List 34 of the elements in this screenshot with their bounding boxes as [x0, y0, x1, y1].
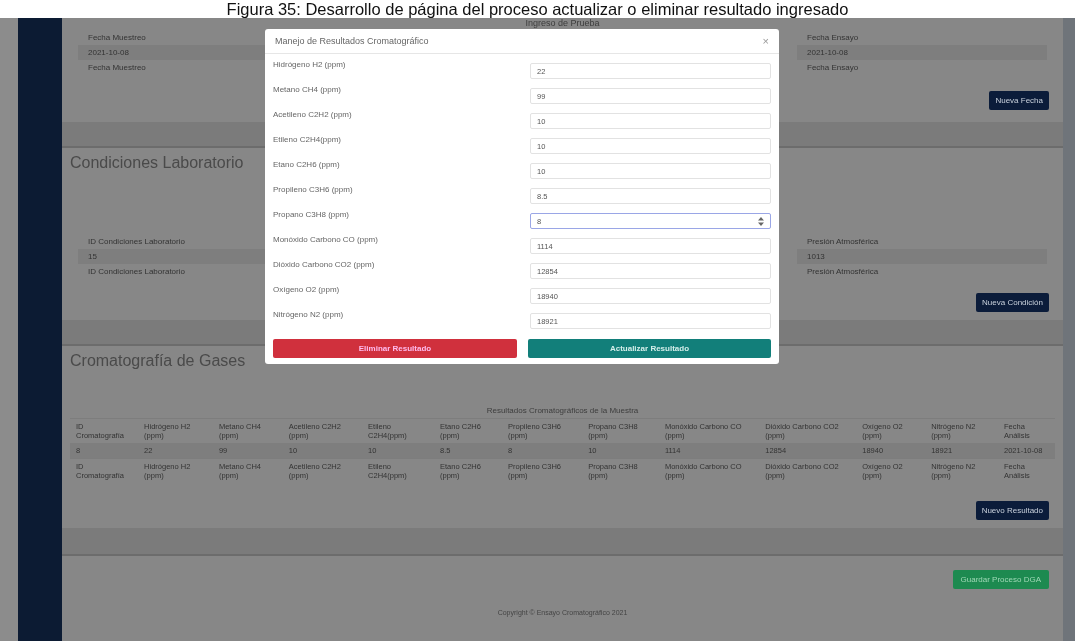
section-title: Ingreso de Prueba	[525, 18, 600, 28]
new-result-button[interactable]: Nuevo Resultado	[975, 501, 1049, 520]
field-label: Etano C2H6 (ppm)	[273, 159, 340, 171]
dialog-title: Manejo de Resultados Cromatográfico	[275, 36, 429, 46]
field-value: 2021-10-08	[807, 48, 848, 57]
field-label: Fecha Ensayo	[807, 63, 859, 72]
field-label: Acetileno C2H2 (ppm)	[273, 109, 352, 121]
section-heading: Condiciones Laboratorio	[70, 154, 244, 171]
section-heading: Cromatografía de Gases	[70, 352, 246, 369]
new-date-button[interactable]: Nueva Fecha	[989, 91, 1049, 110]
field-label: Presión Atmosférica	[807, 267, 879, 276]
field-label: Hidrógeno H2 (ppm)	[273, 59, 346, 71]
field-label: Fecha Muestreo	[88, 33, 146, 42]
field-label: Fecha Muestreo	[88, 63, 146, 72]
field-label: Monóxido Carbono CO (ppm)	[273, 234, 378, 246]
field-label: Dióxido Carbono CO2 (ppm)	[273, 259, 375, 271]
field-label: Nitrógeno N2 (ppm)	[273, 309, 344, 321]
spinner-icon[interactable]	[758, 216, 764, 226]
field-label: Fecha Ensayo	[807, 33, 859, 42]
new-condition-button[interactable]: Nueva Condición	[976, 293, 1049, 312]
field-label: Propileno C3H6 (ppm)	[273, 184, 353, 196]
figure-caption: Figura 35: Desarrollo de página del proceso actualizar o eliminar resultado ingresado	[225, 0, 850, 18]
field-label: Propano C3H8 (ppm)	[273, 209, 350, 221]
field-label: Etileno C2H4(ppm)	[273, 134, 342, 146]
table-title: Resultados Cromatográficos de la Muestra	[486, 406, 639, 415]
update-button[interactable]: Actualizar Resultado	[528, 339, 771, 358]
field-value: 2021-10-08	[88, 48, 129, 57]
field-label: ID Condiciones Laboratorio	[88, 237, 185, 246]
field-label: ID Condiciones Laboratorio	[88, 267, 185, 276]
field-value: 15	[88, 252, 97, 261]
field-label: Presión Atmosférica	[807, 237, 879, 246]
field-value: 1013	[807, 252, 825, 261]
field-label: Oxígeno O2 (ppm)	[273, 284, 340, 296]
field-label: Metano CH4 (ppm)	[273, 84, 342, 96]
